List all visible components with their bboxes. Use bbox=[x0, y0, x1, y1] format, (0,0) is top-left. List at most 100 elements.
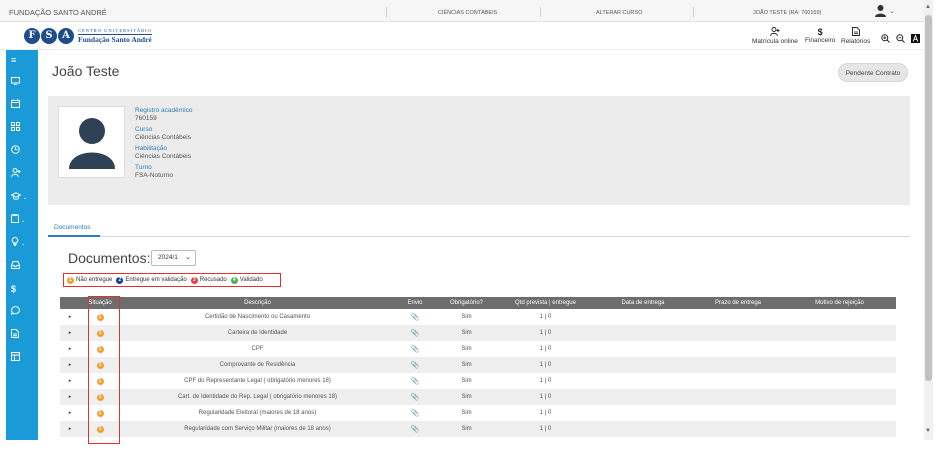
year-select[interactable]: 2024/1 ⌄ bbox=[151, 250, 196, 266]
pending-contract-button[interactable]: Pendente Contrato bbox=[838, 63, 908, 82]
status-cell: 1 bbox=[80, 341, 120, 357]
dollar-icon: $ bbox=[817, 27, 823, 37]
table-row[interactable]: ▸ 1 Cart. de Identidade do Rep. Legal ( … bbox=[60, 389, 896, 405]
legend-dot-in-validation: 2 bbox=[116, 276, 124, 284]
legend-dot-refused: 3 bbox=[190, 276, 198, 284]
sidebar-item-financial[interactable]: $ bbox=[6, 281, 38, 297]
table-row[interactable]: ▸ 1 Regularidade Eleitoral (maiores de 1… bbox=[60, 405, 896, 421]
sidebar-item-calendar[interactable] bbox=[6, 97, 38, 113]
rejection-reason-cell bbox=[783, 373, 896, 389]
tab-active-indicator bbox=[48, 235, 100, 237]
sidebar-item-documents[interactable] bbox=[6, 327, 38, 343]
menu-icon: ≡ bbox=[11, 55, 17, 65]
table-row[interactable]: ▸ 1 Regularidade com Serviço Militar (ma… bbox=[60, 421, 896, 437]
description-cell: Cart. de Identidade do Rep. Legal ( obri… bbox=[120, 389, 395, 405]
scroll-down-icon[interactable]: ▼ bbox=[925, 428, 931, 434]
fsa-logo[interactable]: F S A CENTRO UNIVERSITÁRIO Fundação Sant… bbox=[24, 28, 152, 44]
paperclip-icon[interactable]: 📎 bbox=[411, 362, 420, 369]
scroll-up-icon[interactable]: ▲ bbox=[925, 4, 931, 10]
lightbulb-icon bbox=[11, 237, 19, 248]
contrast-icon[interactable] bbox=[911, 34, 920, 45]
nav-financeiro[interactable]: $ Financeiro bbox=[805, 27, 835, 44]
sidebar-item-dashboard[interactable] bbox=[6, 74, 38, 90]
zoom-in-icon[interactable] bbox=[881, 34, 890, 45]
sidebar-item-ideas[interactable]: ⌄ bbox=[6, 235, 38, 251]
delivery-date-cell bbox=[593, 373, 693, 389]
table-row[interactable]: ▸ 1 CPF do Representante Legal ( obrigat… bbox=[60, 373, 896, 389]
upload-cell: 📎 bbox=[395, 357, 435, 373]
chevron-down-icon: ⌄ bbox=[21, 240, 26, 247]
sidebar-item-academic[interactable]: ⌄ bbox=[6, 189, 38, 205]
paperclip-icon[interactable]: 📎 bbox=[411, 410, 420, 417]
paperclip-icon[interactable]: 📎 bbox=[411, 394, 420, 401]
expand-row-icon[interactable]: ▸ bbox=[60, 389, 80, 405]
sidebar-item-messages[interactable] bbox=[6, 304, 38, 320]
chevron-down-icon: ⌄ bbox=[23, 194, 28, 201]
col-header-qtd: Qtd prevista | entregue bbox=[498, 297, 593, 309]
expand-row-icon[interactable]: ▸ bbox=[60, 405, 80, 421]
monitor-icon bbox=[11, 77, 20, 87]
qty-cell: 1 | 0 bbox=[498, 325, 593, 341]
description-cell: Certidão de Nascimento ou Casamento bbox=[204, 314, 311, 320]
col-header-envio: Envio bbox=[395, 297, 435, 309]
chevron-down-icon: ⌄ bbox=[185, 254, 191, 261]
expand-row-icon[interactable]: ▸ bbox=[60, 325, 80, 341]
habilitacao-value: Ciências Contábeis bbox=[135, 153, 192, 160]
sidebar-item-layout[interactable] bbox=[6, 350, 38, 366]
tab-documentos[interactable]: Documentos bbox=[54, 224, 91, 231]
document-icon bbox=[11, 329, 19, 340]
scrollbar-thumb[interactable] bbox=[925, 15, 932, 381]
inbox-icon bbox=[11, 261, 20, 271]
table-row[interactable]: ▸ 1 Comprovante de Residência 📎 Sim 1 | … bbox=[60, 357, 896, 373]
sidebar-menu-toggle[interactable]: ≡ bbox=[6, 52, 38, 68]
deadline-cell bbox=[693, 421, 783, 437]
table-row[interactable]: ▸ 1 CPF 📎 Sim 1 | 0 bbox=[60, 341, 896, 357]
alter-course-link[interactable]: ALTERAR CURSO bbox=[596, 10, 642, 16]
qty-cell: 1 | 0 bbox=[498, 421, 593, 437]
chevron-down-icon: ⌄ bbox=[21, 217, 26, 224]
profile-card: Registro acadêmico 760159 Curso Ciências… bbox=[48, 96, 910, 205]
nav-relatorios[interactable]: Relatórios bbox=[841, 27, 870, 45]
chat-icon bbox=[10, 306, 20, 317]
sidebar-item-inbox[interactable] bbox=[6, 258, 38, 274]
sidebar-item-enrollment[interactable] bbox=[6, 166, 38, 182]
table-row[interactable]: ▸ 1 Carteira de Identidade 📎 Sim 1 | 0 bbox=[60, 325, 896, 341]
expand-row-icon[interactable]: ▸ bbox=[60, 357, 80, 373]
qty-cell: 1 | 0 bbox=[498, 389, 593, 405]
table-row[interactable]: ▸ 1 Certidão de Nascimento ou Casamento … bbox=[60, 309, 896, 325]
sidebar-item-grid[interactable] bbox=[6, 120, 38, 136]
expand-row-icon[interactable]: ▸ bbox=[60, 341, 80, 357]
rejection-reason-cell bbox=[783, 325, 896, 341]
deadline-cell bbox=[693, 405, 783, 421]
status-not-delivered-icon: 1 bbox=[96, 361, 104, 369]
paperclip-icon[interactable]: 📎 bbox=[411, 426, 420, 433]
sidebar-item-requests[interactable]: ⌄ bbox=[6, 212, 38, 228]
zoom-out-icon[interactable] bbox=[896, 34, 905, 45]
required-cell: Sim bbox=[435, 421, 498, 437]
course-selector[interactable]: CIÊNCIAS CONTÁBEIS bbox=[438, 10, 497, 16]
documents-title: Documentos: bbox=[68, 250, 151, 266]
paperclip-icon[interactable]: 📎 bbox=[411, 330, 420, 337]
expand-row-icon[interactable]: ▸ bbox=[60, 373, 80, 389]
expand-row-icon[interactable]: ▸ bbox=[60, 421, 80, 437]
sidebar-item-schedule[interactable] bbox=[6, 143, 38, 159]
deadline-cell bbox=[693, 357, 783, 373]
paperclip-icon[interactable]: 📎 bbox=[411, 314, 420, 321]
user-name[interactable]: JOÃO TESTE (RA: 760159) bbox=[753, 10, 821, 16]
paperclip-icon[interactable]: 📎 bbox=[411, 346, 420, 353]
legend-dot-not-delivered: 1 bbox=[67, 276, 74, 284]
institution-name: FUNDAÇÃO SANTO ANDRÉ bbox=[9, 8, 107, 17]
registro-label: Registro acadêmico bbox=[135, 107, 193, 114]
user-avatar-icon[interactable] bbox=[874, 4, 887, 19]
status-not-delivered-icon: 1 bbox=[96, 425, 104, 433]
paperclip-icon[interactable]: 📎 bbox=[411, 378, 420, 385]
status-cell: 1 bbox=[80, 389, 120, 405]
nav-matricula-online[interactable]: Matrícula online bbox=[752, 27, 798, 45]
deadline-cell bbox=[693, 373, 783, 389]
nav-label: Financeiro bbox=[805, 37, 836, 44]
chevron-down-icon[interactable]: ⌄ bbox=[889, 7, 895, 15]
expand-row-icon[interactable]: ▸ bbox=[60, 309, 80, 325]
divider bbox=[540, 7, 541, 17]
divider bbox=[693, 7, 694, 17]
graduation-cap-icon bbox=[10, 192, 22, 202]
